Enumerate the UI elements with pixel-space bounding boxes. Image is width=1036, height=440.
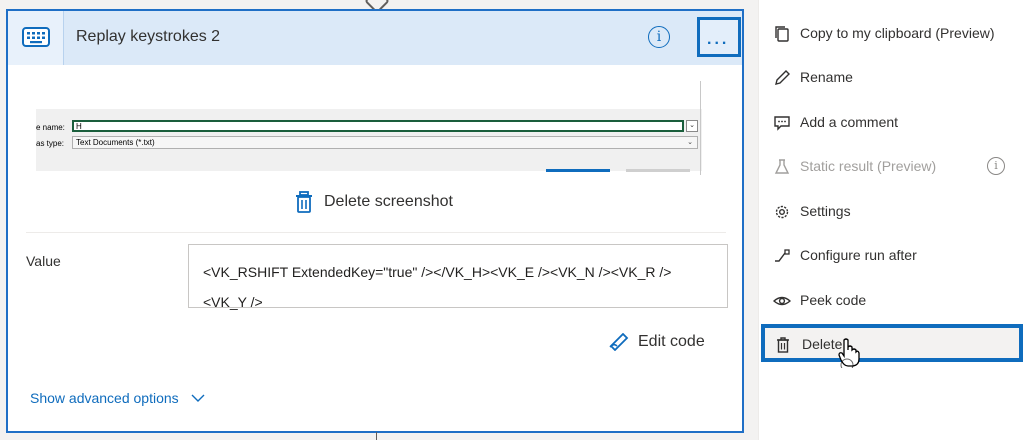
menu-item-label: Rename (800, 69, 853, 85)
menu-item-copy-to-clipboard[interactable]: Copy to my clipboard (Preview) (759, 13, 1027, 53)
screenshot-divider (700, 81, 701, 175)
action-card-header[interactable]: Replay keystrokes 2 i ... (8, 11, 742, 65)
info-icon[interactable]: i (648, 26, 670, 48)
hand-cursor-icon (838, 338, 860, 368)
action-screenshot: e name: H ⌄ as type: Text Documents (*.t… (36, 81, 706, 175)
menu-item-label: Configure run after (800, 247, 917, 263)
action-icon-box (8, 11, 64, 65)
menu-item-label: Peek code (800, 292, 867, 308)
beaker-icon (774, 159, 790, 174)
menu-item-configure-run-after[interactable]: Configure run after (759, 235, 1027, 275)
menu-item-label: Copy to my clipboard (Preview) (800, 25, 995, 41)
screenshot-name-label: e name: (36, 123, 65, 132)
action-card: Replay keystrokes 2 i ... e name: H ⌄ as… (6, 9, 744, 433)
info-icon[interactable]: i (987, 157, 1005, 175)
run-after-icon (775, 249, 790, 262)
screenshot-cancel-button (626, 169, 690, 172)
ellipsis-icon: ... (707, 31, 730, 48)
pencil-icon (775, 70, 790, 85)
more-options-button[interactable]: ... (697, 17, 741, 57)
menu-item-label: Delete (802, 336, 843, 352)
screenshot-type-value: Text Documents (*.txt) (76, 138, 155, 147)
context-menu: Copy to my clipboard (Preview) Rename Ad… (758, 0, 1036, 440)
value-label: Value (26, 253, 61, 269)
menu-item-rename[interactable]: Rename (759, 57, 1027, 97)
copy-icon (775, 26, 789, 42)
keyboard-icon (22, 27, 50, 47)
trash-icon (777, 337, 789, 353)
screenshot-name-field: H (72, 120, 684, 132)
action-title[interactable]: Replay keystrokes 2 (76, 28, 220, 46)
comment-icon (774, 116, 790, 131)
menu-item-label: Settings (800, 203, 851, 219)
delete-screenshot-label: Delete screenshot (324, 193, 453, 210)
show-advanced-options-link[interactable]: Show advanced options (30, 390, 205, 406)
gear-icon (775, 205, 789, 219)
screenshot-chevron-down-icon: ⌄ (686, 120, 698, 132)
screenshot-type-field: Text Documents (*.txt) ⌄ (72, 136, 698, 149)
menu-item-settings[interactable]: Settings (759, 191, 1027, 231)
divider (26, 232, 726, 233)
show-advanced-options-label: Show advanced options (30, 390, 179, 406)
menu-item-static-result[interactable]: Static result (Preview) i (759, 146, 1027, 186)
trash-icon (296, 191, 312, 213)
screenshot-type-chevron-icon: ⌄ (687, 139, 693, 146)
edit-code-icon (609, 333, 629, 351)
menu-item-label: Add a comment (800, 114, 899, 130)
edit-code-label: Edit code (638, 333, 705, 350)
screenshot-type-label: as type: (36, 139, 65, 148)
screenshot-save-button (546, 169, 610, 172)
chevron-down-icon (191, 394, 205, 402)
flow-connector-bottom (376, 432, 377, 440)
value-input[interactable]: <VK_RSHIFT ExtendedKey="true" /></VK_H><… (188, 244, 728, 310)
menu-item-peek-code[interactable]: Peek code (759, 280, 1027, 320)
menu-item-add-comment[interactable]: Add a comment (759, 102, 1027, 142)
menu-item-label: Static result (Preview) (800, 158, 937, 174)
eye-icon (773, 296, 791, 306)
menu-item-delete[interactable]: Delete (761, 324, 1023, 362)
